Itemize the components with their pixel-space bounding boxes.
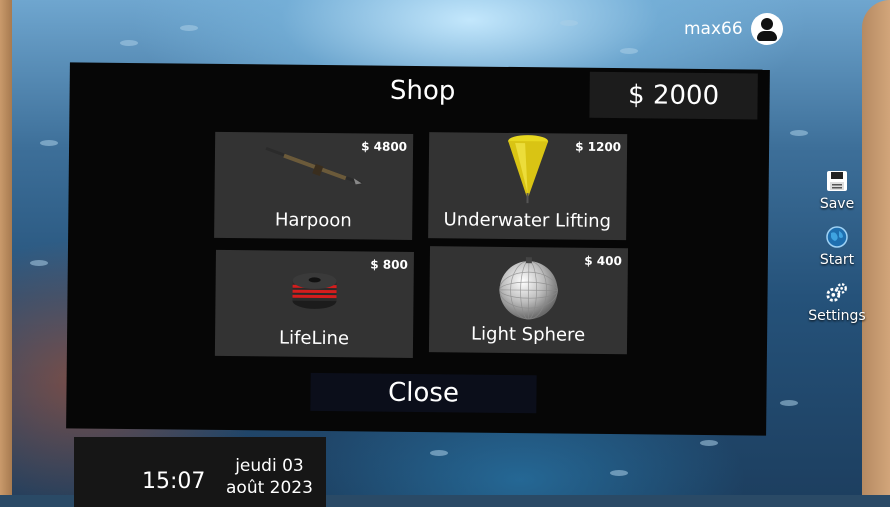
side-menu: Save Start Settings	[808, 168, 866, 336]
mirror-ball-icon	[495, 255, 562, 326]
gears-icon	[825, 280, 849, 306]
clock-day: jeudi 03	[235, 456, 304, 476]
settings-button[interactable]: Settings	[808, 280, 866, 324]
start-label: Start	[820, 252, 854, 268]
item-name: Underwater Lifting	[428, 209, 626, 232]
clock-time: 15:07	[142, 469, 205, 494]
lift-buoy-icon	[502, 133, 553, 210]
save-label: Save	[820, 196, 854, 212]
shop-item-harpoon[interactable]: $ 4800 Harpoon	[214, 132, 413, 240]
item-price: $ 4800	[361, 139, 407, 153]
harpoon-icon	[262, 142, 367, 193]
clock-month-year: août 2023	[226, 478, 313, 498]
floppy-icon	[825, 168, 849, 194]
clock-date: jeudi 03 août 2023	[226, 455, 313, 499]
rope-spool-icon	[288, 267, 340, 316]
start-button[interactable]: Start	[808, 224, 866, 268]
shop-panel: Shop $ 2000 $ 4800 Harpoon $ 1200 Underw…	[66, 62, 770, 435]
shop-item-lifeline[interactable]: $ 800 LifeLine	[215, 250, 414, 358]
avatar-icon[interactable]	[751, 13, 783, 45]
item-name: Light Sphere	[429, 323, 627, 346]
item-price: $ 800	[370, 258, 408, 272]
shop-title: Shop	[370, 75, 476, 106]
left-frame	[0, 0, 12, 495]
shop-item-light-sphere[interactable]: $ 400	[429, 246, 628, 354]
user-profile[interactable]: max66	[684, 13, 783, 45]
item-name: LifeLine	[215, 327, 413, 350]
globe-icon	[825, 224, 849, 250]
money-display: $ 2000	[589, 72, 757, 120]
shop-item-underwater-lifting[interactable]: $ 1200 Underwater Lifting	[428, 132, 627, 240]
settings-label: Settings	[808, 308, 865, 324]
save-button[interactable]: Save	[808, 168, 866, 212]
item-price: $ 400	[584, 254, 622, 268]
close-button[interactable]: Close	[310, 373, 536, 413]
item-price: $ 1200	[575, 140, 621, 154]
right-frame	[862, 0, 890, 495]
item-name: Harpoon	[214, 209, 412, 232]
username: max66	[684, 19, 743, 39]
clock-widget: 15:07 jeudi 03 août 2023	[74, 437, 326, 507]
